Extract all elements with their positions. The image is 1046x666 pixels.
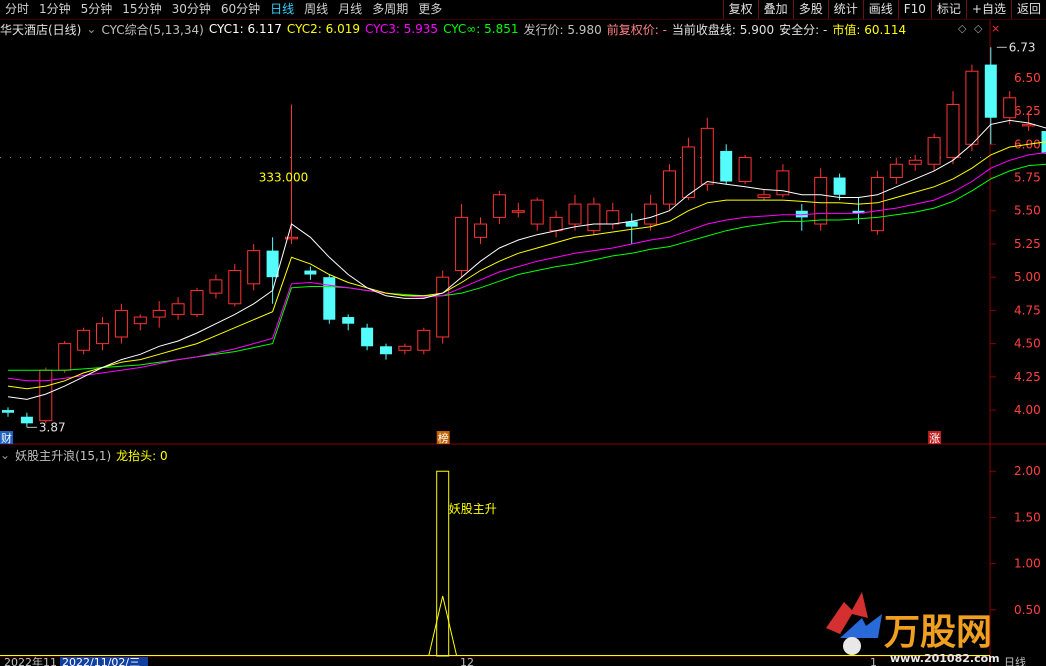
candle-body-up[interactable] (58, 343, 72, 371)
candle-body-down[interactable] (323, 277, 336, 320)
signal-bar[interactable] (436, 470, 450, 657)
candle-body-up[interactable] (700, 127, 714, 185)
candle-body-up[interactable] (96, 323, 109, 345)
candle-body-down[interactable] (720, 150, 733, 182)
date-label-cursor: 2022/11/02/三 (62, 656, 140, 666)
candle-body-up[interactable] (738, 157, 752, 183)
candle-body-up[interactable] (152, 309, 166, 318)
candle-body-up[interactable] (946, 103, 960, 159)
candle-body-up[interactable] (965, 70, 979, 145)
low-label: 3.87 (39, 420, 66, 434)
kline-chart[interactable]: 6.506.256.005.755.505.255.004.754.504.25… (0, 0, 1046, 666)
candle-body-up[interactable] (549, 216, 563, 232)
candle-body-up[interactable] (190, 289, 204, 315)
marker-cai: 财 (1, 431, 12, 445)
candle-body-up[interactable] (644, 203, 658, 225)
candle-body-down[interactable] (984, 64, 997, 118)
candle-body-up[interactable] (814, 177, 828, 225)
candle-body-up[interactable] (492, 194, 506, 218)
candle-body-up[interactable] (587, 203, 601, 232)
candle-body-up[interactable] (133, 316, 147, 325)
candle-body-up[interactable] (398, 345, 412, 351)
candle-body-up[interactable] (681, 146, 695, 198)
candle-body-up[interactable] (474, 223, 487, 238)
price-tick-label: 4.00 (1014, 403, 1041, 417)
candle-body-up[interactable] (228, 270, 242, 305)
watermark-ball (843, 637, 861, 655)
price-tick-label: 4.50 (1014, 337, 1041, 351)
candle-body-up[interactable] (77, 329, 91, 351)
candle-body-up[interactable] (436, 276, 450, 338)
watermark-logo: 万股网 www.201082.com (822, 588, 1022, 666)
candle-body-down[interactable] (266, 250, 279, 278)
price-tick-label: 5.00 (1014, 270, 1041, 284)
candle-body-up[interactable] (247, 250, 261, 285)
marker-bang: 榜 (438, 431, 449, 445)
pivot-label: 333.000 (259, 171, 309, 185)
cyc1-line (7, 119, 1046, 400)
date-label-dec: 12 (460, 656, 474, 666)
cyc3-line (7, 152, 1046, 382)
signal-label: 妖股主升 (449, 502, 497, 516)
candle-body-up[interactable] (511, 210, 525, 213)
price-tick-label: 5.50 (1014, 204, 1041, 218)
signal-spike (428, 595, 458, 657)
price-tick-label: 4.25 (1014, 370, 1041, 384)
sub-tick-label: 1.00 (1014, 557, 1041, 571)
sub-tick-label: 2.00 (1014, 464, 1041, 478)
marker-zhang: 涨 (929, 432, 940, 445)
candle-body-up[interactable] (1003, 97, 1017, 119)
candle-body-up[interactable] (455, 216, 469, 272)
sub-tick-label: 1.50 (1014, 510, 1041, 524)
candle-body-down[interactable] (380, 346, 392, 355)
date-label-start: 2022年11 (4, 655, 57, 666)
candle-body-up[interactable] (663, 170, 676, 205)
candle-body-down[interactable] (2, 410, 14, 413)
price-tick-label: 6.25 (1014, 104, 1041, 118)
cyc2-line (7, 141, 1046, 390)
candle-body-up[interactable] (114, 309, 128, 338)
candle-body-up[interactable] (908, 159, 922, 165)
candle-body-up[interactable] (870, 177, 884, 232)
watermark-brand: 万股网 (884, 612, 992, 653)
high-label: 6.73 (1009, 40, 1036, 54)
price-tick-label: 6.50 (1014, 71, 1041, 85)
candle-body-up[interactable] (209, 279, 223, 294)
candle-body-down[interactable] (304, 270, 317, 275)
candle-body-up[interactable] (417, 329, 431, 351)
candle-body-up[interactable] (606, 210, 620, 225)
candle-body-down[interactable] (833, 177, 846, 195)
price-tick-label: 5.25 (1014, 237, 1041, 251)
candle-body-up[interactable] (757, 194, 771, 198)
candle-body-up[interactable] (889, 163, 903, 179)
candle-body-up[interactable] (927, 137, 941, 165)
price-tick-label: 4.75 (1014, 303, 1041, 317)
candle-body-up[interactable] (568, 203, 582, 225)
candle-body-down[interactable] (20, 416, 33, 424)
candle-body-down[interactable] (361, 327, 374, 347)
candle-body-up[interactable] (171, 303, 185, 315)
price-tick-label: 5.75 (1014, 171, 1041, 185)
candle-body-down[interactable] (342, 317, 355, 324)
watermark-url: www.201082.com (890, 652, 1000, 665)
cycinf-line (8, 163, 1046, 371)
candle-body-up[interactable] (530, 199, 544, 225)
